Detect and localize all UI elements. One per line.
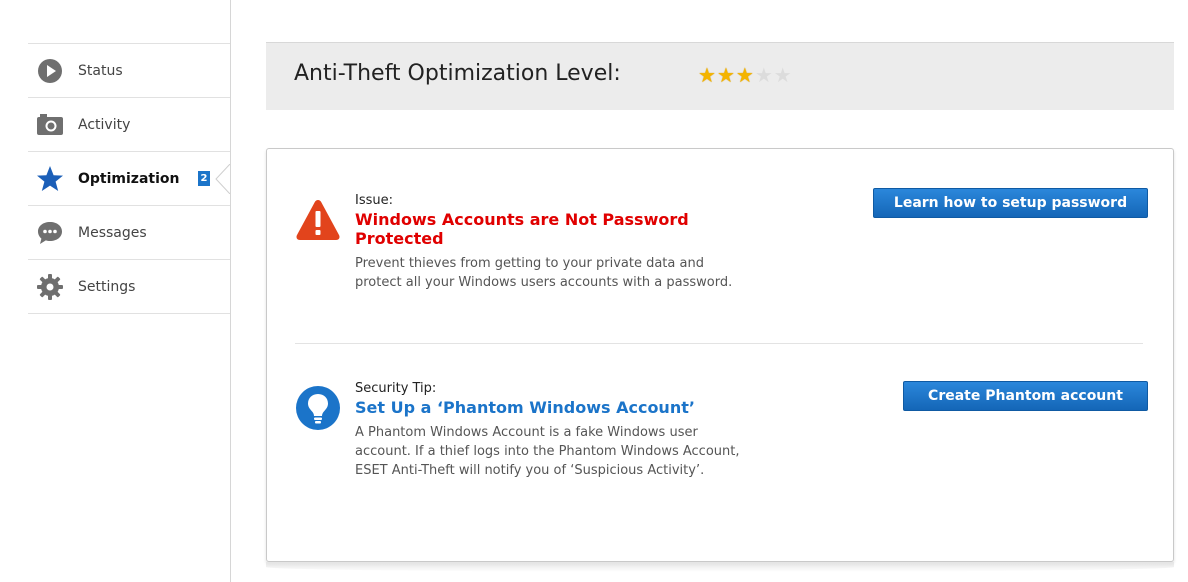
sidebar-item-label: Settings: [78, 278, 136, 295]
sidebar-item-label: Optimization: [78, 170, 180, 187]
learn-password-button[interactable]: Learn how to setup password: [873, 188, 1148, 218]
count-badge: 2: [198, 171, 210, 186]
sidebar: Status Activity Optimization 2 Messages: [0, 0, 231, 582]
chat-bubble-icon: [36, 219, 64, 247]
header-band: Anti-Theft Optimization Level: ★ ★ ★ ★ ★: [266, 42, 1174, 110]
create-phantom-button[interactable]: Create Phantom account: [903, 381, 1148, 411]
sidebar-item-optimization[interactable]: Optimization 2: [28, 152, 231, 206]
star-icon: ★: [735, 63, 754, 87]
optimization-card: Issue: Windows Accounts are Not Password…: [266, 148, 1174, 562]
sidebar-item-settings[interactable]: Settings: [28, 260, 230, 314]
tip-kicker: Security Tip:: [355, 381, 437, 396]
lightbulb-icon: [296, 386, 340, 430]
issue-text: Issue: Windows Accounts are Not Password…: [355, 193, 745, 292]
rating-stars: ★ ★ ★ ★ ★: [698, 63, 792, 87]
sidebar-item-label: Status: [78, 62, 123, 79]
star-icon: ★: [716, 63, 735, 87]
page-title: Anti-Theft Optimization Level:: [294, 61, 621, 86]
sidebar-item-activity[interactable]: Activity: [28, 98, 230, 152]
sidebar-item-messages[interactable]: Messages: [28, 206, 230, 260]
star-icon: ★: [754, 63, 773, 87]
camera-icon: [36, 111, 64, 139]
sidebar-item-status[interactable]: Status: [28, 44, 230, 98]
sidebar-item-label: Messages: [78, 224, 147, 241]
warning-icon: [296, 200, 340, 240]
tip-description: A Phantom Windows Account is a fake Wind…: [355, 425, 740, 478]
gear-icon: [36, 273, 64, 301]
sidebar-item-label: Activity: [78, 116, 131, 133]
star-icon: ★: [698, 63, 716, 87]
issue-kicker: Issue:: [355, 193, 393, 208]
tip-title: Set Up a ‘Phantom Windows Account’: [355, 398, 695, 417]
play-circle-icon: [36, 57, 64, 85]
star-icon: [36, 165, 64, 193]
issue-item: Issue: Windows Accounts are Not Password…: [295, 188, 1155, 333]
sidebar-divider: [230, 0, 231, 582]
divider: [295, 343, 1143, 344]
sidebar-nav: Status Activity Optimization 2 Messages: [28, 43, 231, 314]
issue-description: Prevent thieves from getting to your pri…: [355, 256, 733, 290]
tip-text: Security Tip: Set Up a ‘Phantom Windows …: [355, 381, 745, 480]
card-shadow: [266, 562, 1174, 572]
active-pointer-icon: [215, 163, 231, 198]
issue-title: Windows Accounts are Not Password Protec…: [355, 210, 689, 248]
star-icon: ★: [773, 63, 792, 87]
tip-item: Security Tip: Set Up a ‘Phantom Windows …: [295, 381, 1155, 531]
